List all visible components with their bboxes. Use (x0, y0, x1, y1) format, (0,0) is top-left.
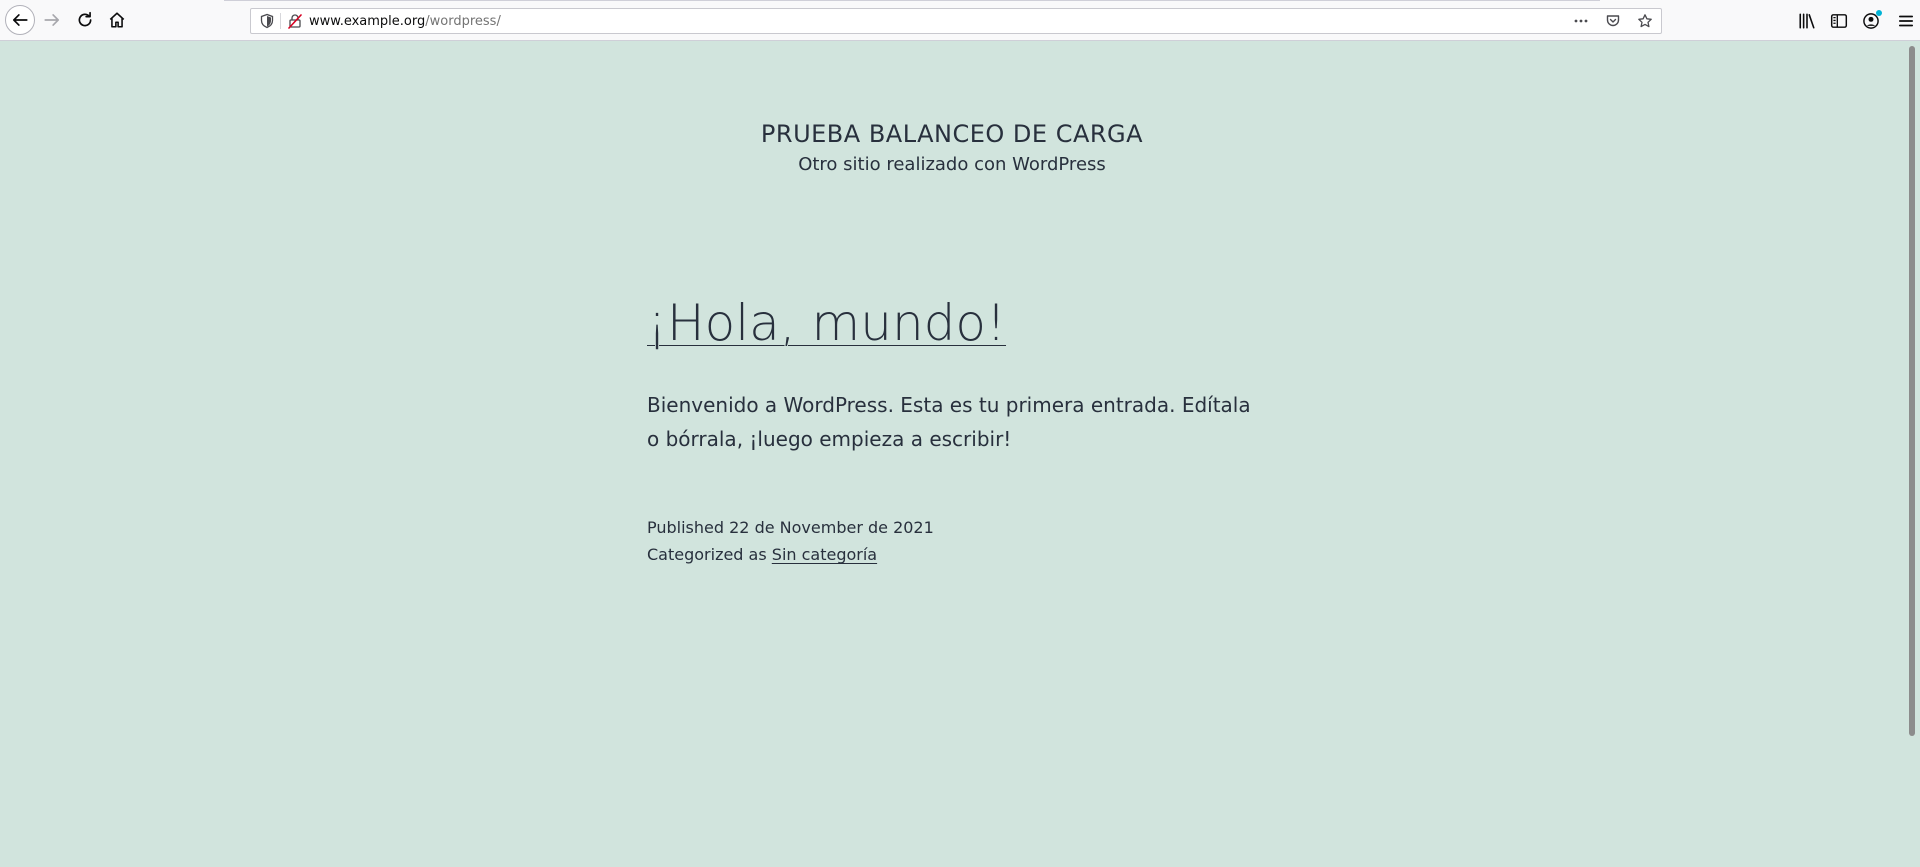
scrollbar[interactable] (1904, 42, 1920, 867)
more-icon (1574, 19, 1588, 23)
pocket-button[interactable] (1601, 11, 1625, 31)
post-content: Bienvenido a WordPress. Esta es tu prime… (647, 393, 1251, 451)
site-header: PRUEBA BALANCEO DE CARGA Otro sitio real… (0, 118, 1904, 178)
browser-toolbar: www.example.org/wordpress/ (0, 0, 1920, 41)
url-bar[interactable]: www.example.org/wordpress/ (250, 8, 1662, 34)
url-path: /wordpress/ (425, 14, 501, 29)
arrow-right-icon (44, 14, 60, 26)
post-title[interactable]: ¡Hola, mundo! (647, 292, 1006, 354)
category-label: Categorized as (647, 545, 767, 564)
site-title[interactable]: PRUEBA BALANCEO DE CARGA (761, 118, 1143, 150)
notification-dot (1876, 10, 1882, 16)
hamburger-icon (1898, 15, 1914, 27)
reload-button[interactable] (70, 5, 100, 35)
library-button[interactable] (1795, 10, 1819, 32)
home-button[interactable] (102, 5, 132, 35)
page-actions-button[interactable] (1569, 11, 1593, 31)
back-button[interactable] (5, 5, 35, 35)
reload-icon (78, 11, 92, 27)
post-meta: Published 22 de November de 2021 Categor… (647, 514, 1257, 568)
star-icon (1638, 14, 1652, 28)
tab-strip-edge (224, 0, 1600, 1)
account-button[interactable] (1859, 10, 1883, 32)
sidebar-icon (1830, 14, 1848, 28)
post-published: Published 22 de November de 2021 (647, 514, 1257, 541)
category-link[interactable]: Sin categoría (772, 545, 877, 564)
pocket-icon (1606, 15, 1620, 27)
sidebar-button[interactable] (1827, 10, 1851, 32)
shield-icon[interactable] (259, 13, 275, 29)
published-label: Published (647, 518, 725, 537)
url-separator (280, 13, 281, 29)
post-category: Categorized as Sin categoría (647, 541, 1257, 568)
post-entry: ¡Hola, mundo! Bienvenido a WordPress. Es… (647, 292, 1257, 568)
page-content: PRUEBA BALANCEO DE CARGA Otro sitio real… (0, 42, 1904, 867)
forward-button[interactable] (37, 5, 67, 35)
home-icon (109, 12, 125, 28)
site-description: Otro sitio realizado con WordPress (798, 154, 1106, 175)
url-text[interactable]: www.example.org/wordpress/ (309, 13, 501, 30)
broken-lock-icon[interactable] (287, 13, 303, 29)
url-actions (1569, 11, 1657, 31)
bookmark-button[interactable] (1633, 11, 1657, 31)
scrollbar-thumb[interactable] (1909, 46, 1915, 736)
menu-button[interactable] (1894, 10, 1918, 32)
arrow-left-icon (12, 14, 28, 26)
library-icon (1799, 13, 1815, 29)
published-date: 22 de November de 2021 (729, 518, 934, 537)
url-domain: www.example.org (309, 14, 426, 29)
